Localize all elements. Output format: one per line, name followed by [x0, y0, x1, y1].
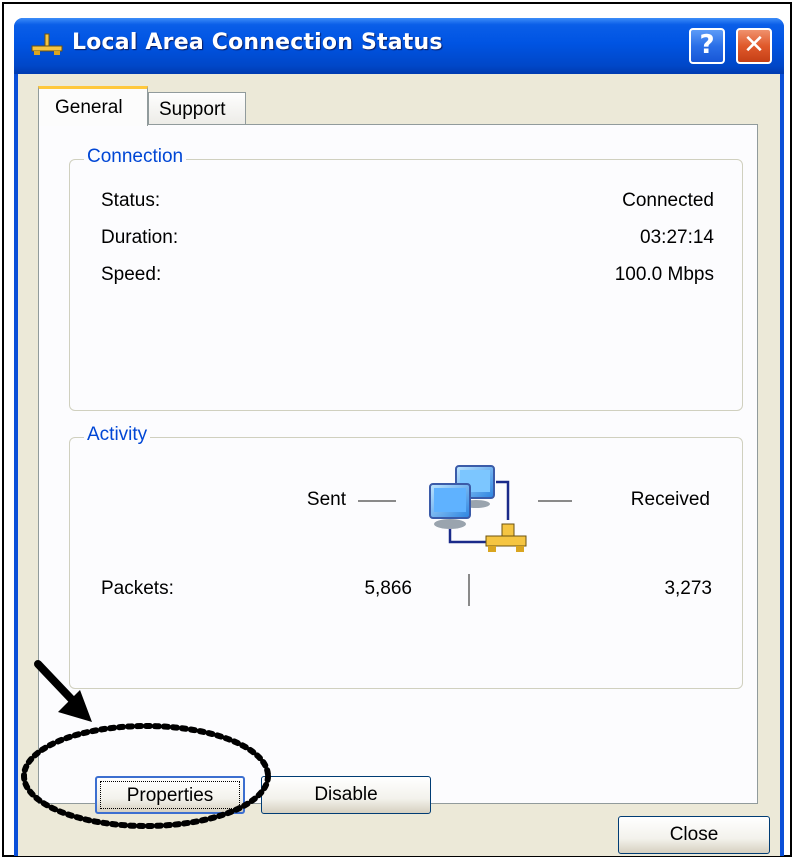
- properties-button[interactable]: Properties: [95, 776, 245, 814]
- disable-button[interactable]: Disable: [261, 776, 431, 814]
- activity-group: Activity Sent Received Packets: 5,866 3,…: [69, 424, 743, 689]
- received-dash: [538, 500, 572, 502]
- window-title: Local Area Connection Status: [72, 30, 443, 55]
- packets-sent-value: 5,866: [364, 578, 412, 599]
- help-button[interactable]: ?: [689, 28, 725, 64]
- sent-label: Sent: [306, 489, 346, 510]
- dialog-body: General Support Connection Status: Conne…: [18, 74, 780, 856]
- packets-label: Packets:: [101, 578, 174, 599]
- connection-group: Connection Status: Connected Duration: 0…: [69, 146, 743, 411]
- title-bar[interactable]: Local Area Connection Status ? ✕: [14, 18, 784, 74]
- network-connection-icon: [31, 33, 63, 55]
- speed-value: 100.0 Mbps: [614, 264, 714, 285]
- packets-received-value: 3,273: [664, 578, 712, 599]
- status-label: Status:: [101, 190, 161, 211]
- tab-support[interactable]: Support: [148, 92, 246, 126]
- network-computers-icon: [429, 465, 527, 552]
- tab-general[interactable]: General: [38, 86, 148, 126]
- speed-label: Speed:: [101, 264, 162, 285]
- focus-rectangle: [100, 781, 240, 809]
- received-label: Received: [630, 489, 710, 510]
- close-button[interactable]: Close: [618, 816, 770, 854]
- duration-value: 03:27:14: [640, 227, 714, 248]
- duration-label: Duration:: [101, 227, 179, 248]
- general-tab-panel: Connection Status: Connected Duration: 0…: [38, 124, 758, 814]
- activity-group-title: Activity: [84, 424, 151, 446]
- sent-dash: [358, 500, 396, 502]
- packets-divider: [468, 574, 470, 606]
- connection-group-title: Connection: [84, 146, 187, 168]
- window-close-button[interactable]: ✕: [736, 28, 772, 64]
- status-dialog: Local Area Connection Status ? ✕ General…: [14, 18, 784, 856]
- status-value: Connected: [622, 190, 714, 211]
